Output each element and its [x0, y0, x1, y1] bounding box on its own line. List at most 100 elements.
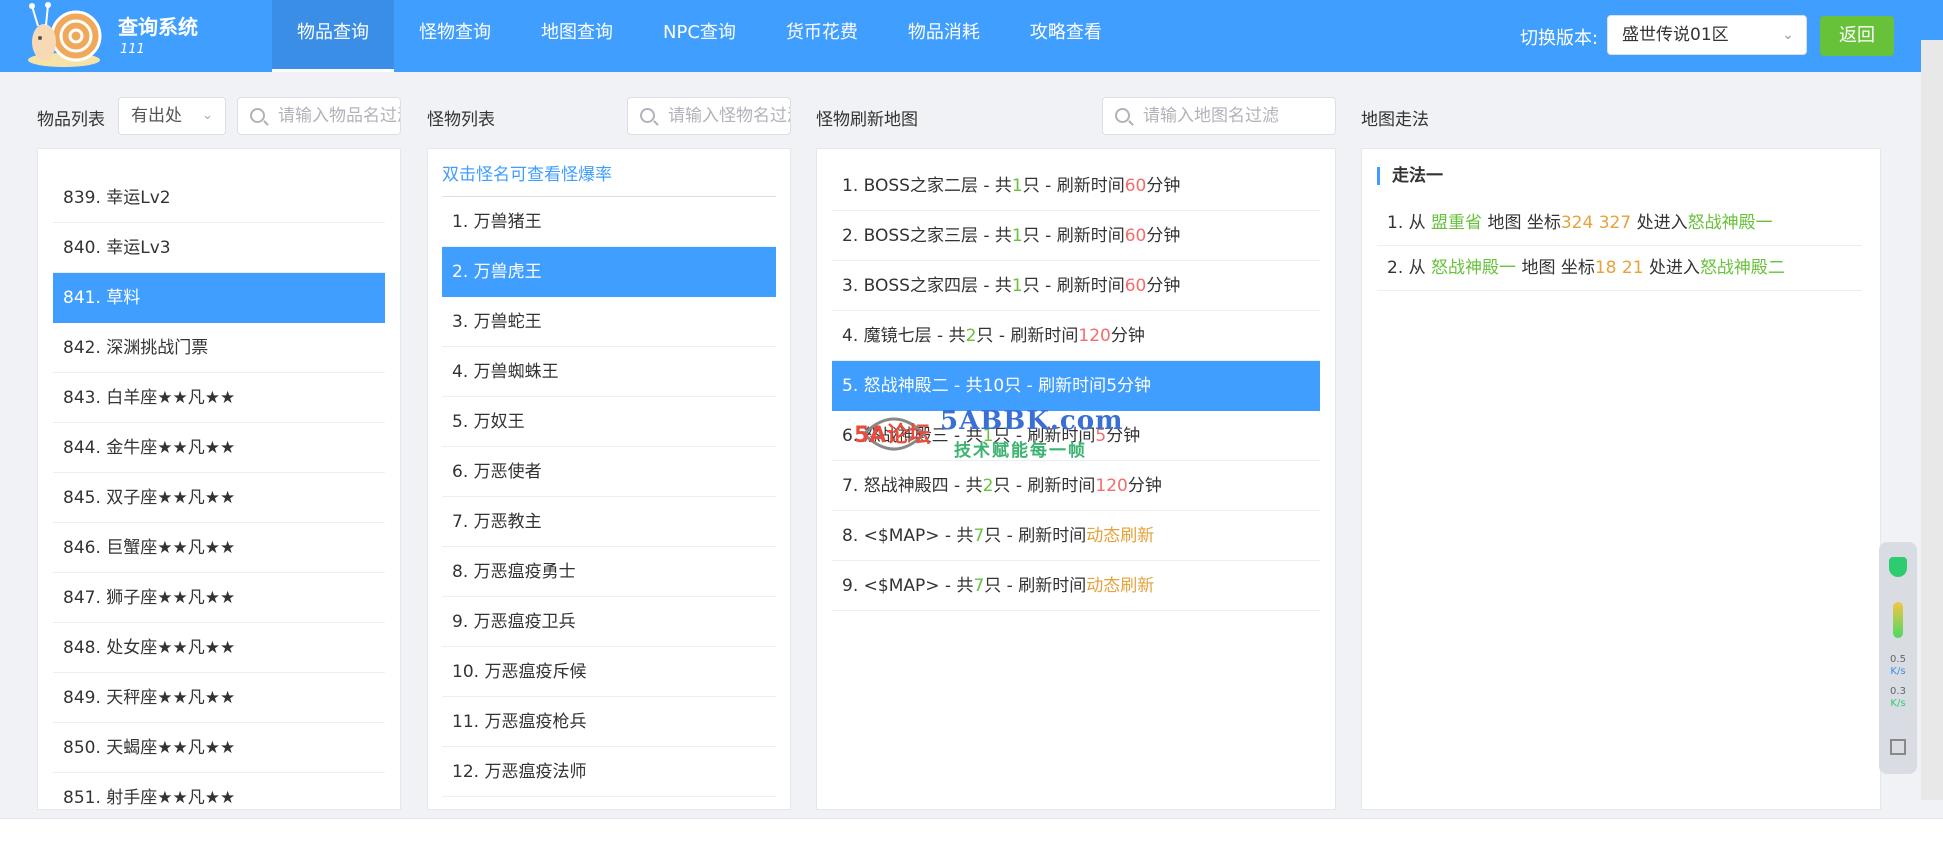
- chevron-down-icon: ⌄: [1782, 27, 1794, 43]
- monster-list: 1. 万兽猪王 2. 万兽虎王 3. 万兽蛇王 4. 万兽蜘蛛王 5. 万奴王 6. 万恶…: [442, 197, 776, 797]
- map-row[interactable]: 8. <$MAP> - 共7只 - 刷新时间动态刷新: [832, 511, 1320, 561]
- monster-name: 万兽猪王: [473, 212, 542, 232]
- map-row[interactable]: 7. 怒战神殿四 - 共2只 - 刷新时间120分钟: [832, 461, 1320, 511]
- map-row[interactable]: 3. BOSS之家四层 - 共1只 - 刷新时间60分钟: [832, 261, 1320, 311]
- item-number: 851.: [63, 788, 101, 808]
- item-name: 深渊挑战门票: [106, 338, 209, 358]
- monster-row[interactable]: 4. 万兽蜘蛛王: [442, 347, 776, 397]
- monster-search-placeholder: 请输入怪物名过滤: [668, 106, 791, 126]
- count-prefix: - 共: [983, 276, 1012, 296]
- version-select[interactable]: 盛世传说01区 ⌄: [1607, 15, 1807, 55]
- nav-item-consumption[interactable]: 物品消耗: [883, 0, 1005, 72]
- item-row[interactable]: 843. 白羊座★★凡★★: [53, 373, 385, 423]
- monster-row[interactable]: 6. 万恶使者: [442, 447, 776, 497]
- map-row[interactable]: 9. <$MAP> - 共7只 - 刷新时间动态刷新: [832, 561, 1320, 611]
- count-prefix: - 共: [954, 376, 983, 396]
- item-row[interactable]: 845. 双子座★★凡★★: [53, 473, 385, 523]
- item-row[interactable]: 847. 狮子座★★凡★★: [53, 573, 385, 623]
- monster-name: 万恶瘟疫枪兵: [484, 712, 587, 732]
- monster-row[interactable]: 1. 万兽猪王: [442, 197, 776, 247]
- map-row[interactable]: 5. 怒战神殿二 - 共10只 - 刷新时间5分钟: [832, 361, 1320, 411]
- map-row[interactable]: 6. 怒战神殿三 - 共1只 - 刷新时间5分钟: [832, 411, 1320, 461]
- item-row[interactable]: 850. 天蝎座★★凡★★: [53, 723, 385, 773]
- map-name: 魔镜七层: [863, 326, 932, 346]
- item-row[interactable]: 848. 处女座★★凡★★: [53, 623, 385, 673]
- item-name: 白羊座★★凡★★: [106, 388, 236, 408]
- map-number: 4.: [842, 326, 859, 346]
- monster-row[interactable]: 8. 万恶瘟疫勇士: [442, 547, 776, 597]
- map-name: 怒战神殿二: [863, 376, 949, 396]
- monster-name: 万恶瘟疫法师: [484, 762, 587, 782]
- route-step-number: 2.: [1387, 258, 1404, 278]
- monster-row[interactable]: 10. 万恶瘟疫斥候: [442, 647, 776, 697]
- items-panel: 839. 幸运Lv2 840. 幸运Lv3 841. 草料 842. 深渊挑战门票 84…: [37, 148, 401, 810]
- count-prefix: - 共: [954, 476, 983, 496]
- monster-number: 7.: [452, 512, 469, 532]
- expand-icon[interactable]: [1890, 739, 1906, 755]
- monster-count: 1: [982, 426, 994, 446]
- source-filter-select[interactable]: 有出处 ⌄: [118, 97, 226, 135]
- map-number: 9.: [842, 576, 859, 596]
- map-row[interactable]: 4. 魔镜七层 - 共2只 - 刷新时间120分钟: [832, 311, 1320, 361]
- item-number: 839.: [63, 188, 101, 208]
- back-button[interactable]: 返回: [1820, 16, 1894, 56]
- network-speed-widget[interactable]: 0.5 K/s 0.3 K/s: [1879, 542, 1917, 774]
- item-row[interactable]: 844. 金牛座★★凡★★: [53, 423, 385, 473]
- route-from-word: 从: [1408, 258, 1426, 278]
- item-row[interactable]: 846. 巨蟹座★★凡★★: [53, 523, 385, 573]
- map-row[interactable]: 2. BOSS之家三层 - 共1只 - 刷新时间60分钟: [832, 211, 1320, 261]
- monster-row[interactable]: 12. 万恶瘟疫法师: [442, 747, 776, 797]
- count-prefix: - 共: [983, 176, 1012, 196]
- count-prefix: - 共: [983, 226, 1012, 246]
- item-row[interactable]: 851. 射手座★★凡★★: [53, 773, 385, 809]
- monster-row[interactable]: 2. 万兽虎王: [442, 247, 776, 297]
- item-name: 射手座★★凡★★: [106, 788, 236, 808]
- nav-item-goods[interactable]: 物品查询: [272, 0, 394, 72]
- map-row[interactable]: 1. BOSS之家二层 - 共1只 - 刷新时间60分钟: [832, 161, 1320, 211]
- nav-item-monsters[interactable]: 怪物查询: [394, 0, 516, 72]
- respawn-time: 5: [1106, 376, 1118, 396]
- monster-number: 10.: [452, 662, 480, 682]
- monster-search-input[interactable]: 请输入怪物名过滤: [627, 97, 791, 135]
- count-suffix: 只 - 刷新时间: [993, 426, 1096, 446]
- item-row[interactable]: 849. 天秤座★★凡★★: [53, 673, 385, 723]
- count-prefix: - 共: [944, 576, 974, 596]
- item-row[interactable]: 839. 幸运Lv2: [53, 173, 385, 223]
- nav-item-guides[interactable]: 攻略查看: [1005, 0, 1127, 72]
- monster-row[interactable]: 5. 万奴王: [442, 397, 776, 447]
- monster-number: 4.: [452, 362, 469, 382]
- monster-row[interactable]: 9. 万恶瘟疫卫兵: [442, 597, 776, 647]
- item-row[interactable]: 840. 幸运Lv3: [53, 223, 385, 273]
- item-row[interactable]: 842. 深渊挑战门票: [53, 323, 385, 373]
- route-to-map: 怒战神殿一: [1687, 213, 1773, 233]
- count-suffix: 只 - 刷新时间: [1022, 276, 1125, 296]
- item-number: 843.: [63, 388, 101, 408]
- item-name: 天秤座★★凡★★: [106, 688, 236, 708]
- route-panel: 走法一 1. 从 盟重省 地图 坐标324 327 处进入怒战神殿一 2. 从 怒…: [1361, 148, 1881, 810]
- nav-item-currency[interactable]: 货币花费: [761, 0, 883, 72]
- monster-number: 2.: [452, 262, 469, 282]
- count-suffix: 只 - 刷新时间: [1022, 226, 1125, 246]
- item-name: 草料: [106, 288, 141, 308]
- route-map-word: 地图 坐标: [1487, 213, 1561, 233]
- item-search-input[interactable]: 请输入物品名过滤: [237, 97, 401, 135]
- page-scrollbar[interactable]: [1921, 40, 1943, 800]
- count-suffix: 只 - 刷新时间: [1022, 176, 1125, 196]
- map-search-input[interactable]: 请输入地图名过滤: [1102, 97, 1336, 135]
- monster-number: 11.: [452, 712, 480, 732]
- upload-unit: K/s: [1890, 666, 1906, 677]
- respawn-time: 60: [1124, 226, 1147, 246]
- nav-item-npc[interactable]: NPC查询: [638, 0, 761, 72]
- monster-number: 6.: [452, 462, 469, 482]
- map-name: BOSS之家二层: [863, 176, 978, 196]
- time-unit: 分钟: [1117, 376, 1152, 396]
- monster-count: 7: [973, 576, 985, 596]
- monster-number: 1.: [452, 212, 469, 232]
- nav-item-maps[interactable]: 地图查询: [516, 0, 638, 72]
- item-number: 842.: [63, 338, 101, 358]
- monster-row[interactable]: 3. 万兽蛇王: [442, 297, 776, 347]
- item-row[interactable]: 841. 草料: [53, 273, 385, 323]
- items-list-label: 物品列表: [37, 110, 105, 130]
- monster-row[interactable]: 7. 万恶教主: [442, 497, 776, 547]
- monster-row[interactable]: 11. 万恶瘟疫枪兵: [442, 697, 776, 747]
